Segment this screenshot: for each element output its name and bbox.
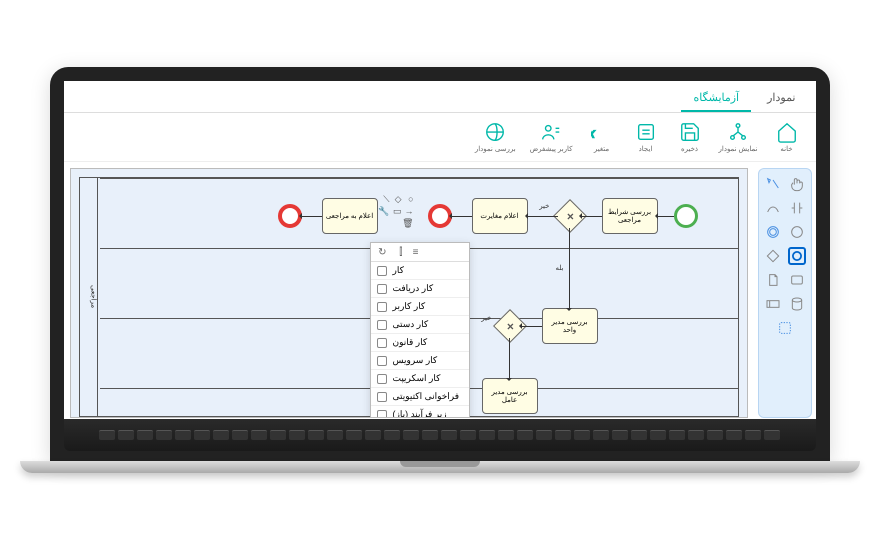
tab-lab[interactable]: آزمایشگاه [681, 85, 751, 112]
svg-text:fx: fx [591, 126, 595, 141]
task-2[interactable]: اعلام مغایرت [472, 198, 528, 234]
task-type-icon [377, 266, 387, 276]
service-icon [377, 356, 387, 366]
connect-tool-icon[interactable] [764, 199, 782, 217]
task-1[interactable]: بررسی شرایط مراجعی [602, 198, 658, 234]
label-no: خیر [539, 202, 549, 210]
diagram-canvas[interactable]: مراجعی بررسی شرایط مراجعی × اعلام مغایرت… [70, 168, 748, 418]
quick-delete-icon[interactable]: 🗑 [404, 218, 414, 228]
ctx-service[interactable]: کار سرویس [371, 352, 469, 370]
task-icon[interactable] [788, 271, 806, 289]
loop-icon[interactable]: ↻ [377, 247, 387, 257]
home-button[interactable]: خانه [768, 119, 806, 155]
parallel-icon[interactable]: ⫿ [393, 247, 403, 257]
ctx-receive[interactable]: کار دریافت [371, 280, 469, 298]
keyboard [64, 419, 816, 451]
flow [452, 216, 472, 217]
vars-button[interactable]: fxمتغیر [583, 119, 621, 155]
flow [528, 216, 558, 217]
workspace: مراجعی بررسی شرایط مراجعی × اعلام مغایرت… [64, 162, 816, 419]
context-menu: ↻ ⫿ ≡ کار کار دریافت کار کاربر کار دستی کا… [370, 242, 470, 418]
group-icon[interactable] [776, 319, 794, 337]
create-button[interactable]: ایجاد [627, 119, 665, 155]
intermediate-event-icon[interactable] [764, 223, 782, 241]
bezel: نمودار آزمایشگاه خانه نمایش نمودار ذخیره… [50, 67, 830, 461]
start-event-icon[interactable] [788, 223, 806, 241]
gateway-icon[interactable] [764, 247, 782, 265]
pool-label: مراجعی [80, 178, 98, 416]
laptop-frame: نمودار آزمایشگاه خانه نمایش نمودار ذخیره… [50, 67, 830, 473]
ctx-script[interactable]: کار اسکریپت [371, 370, 469, 388]
user-task-icon [377, 302, 387, 312]
toolbar: خانه نمایش نمودار ذخیره ایجاد fxمتغیر کا… [64, 113, 816, 162]
sub-open-icon [377, 410, 387, 419]
flow [522, 326, 542, 327]
quick-text-icon[interactable]: ▭ [392, 206, 402, 216]
call-icon [377, 392, 387, 402]
quick-event-icon[interactable]: ○ [404, 194, 414, 204]
quick-wrench-icon[interactable]: 🔧 [380, 206, 390, 216]
advuser-button[interactable]: کاربر پیشفرض [526, 119, 577, 155]
data-object-icon[interactable] [764, 271, 782, 289]
flow [582, 216, 602, 217]
ctx-sub-open[interactable]: زیر فرآیند (باز) [371, 406, 469, 418]
ctx-rule[interactable]: کار قانون [371, 334, 469, 352]
flow [569, 228, 570, 308]
quick-tools: ○ ◇ ⟋ → ▭ 🔧 🗑 [370, 194, 414, 228]
lasso-tool-icon[interactable] [764, 175, 782, 193]
flow [509, 338, 510, 378]
ctx-call[interactable]: فراخوانی اکتیویتی [371, 388, 469, 406]
space-tool-icon[interactable] [788, 199, 806, 217]
receive-icon [377, 284, 387, 294]
show-diagram-button[interactable]: نمایش نمودار [715, 119, 762, 155]
hand-tool-icon[interactable] [788, 175, 806, 193]
quick-gateway-icon[interactable]: ◇ [392, 194, 402, 204]
quick-annotate-icon[interactable]: ⟋ [380, 194, 390, 204]
label-no: خیر [481, 314, 491, 322]
pool[interactable]: مراجعی بررسی شرایط مراجعی × اعلام مغایرت… [79, 177, 739, 417]
flow [302, 216, 322, 217]
ctx-user[interactable]: کار کاربر [371, 298, 469, 316]
save-button[interactable]: ذخیره [671, 119, 709, 155]
laptop-base [20, 461, 860, 473]
tab-diagram[interactable]: نمودار [755, 85, 807, 112]
ctx-manual[interactable]: کار دستی [371, 316, 469, 334]
manual-icon [377, 320, 387, 330]
app-screen: نمودار آزمایشگاه خانه نمایش نمودار ذخیره… [64, 81, 816, 419]
ctx-task[interactable]: کار [371, 262, 469, 280]
menu-icon[interactable]: ≡ [409, 247, 419, 257]
end-event-icon[interactable] [788, 247, 806, 265]
start-event[interactable] [674, 204, 698, 228]
label-yes: بله [555, 264, 563, 272]
shape-palette [758, 168, 812, 418]
script-icon [377, 374, 387, 384]
check-button[interactable]: بررسی نمودار [471, 119, 520, 155]
tab-bar: نمودار آزمایشگاه [64, 81, 816, 113]
data-store-icon[interactable] [788, 295, 806, 313]
quick-connect-icon[interactable]: → [404, 206, 414, 216]
flow [658, 216, 674, 217]
rule-icon [377, 338, 387, 348]
context-header: ↻ ⫿ ≡ [371, 243, 469, 262]
pool-icon[interactable] [764, 295, 782, 313]
